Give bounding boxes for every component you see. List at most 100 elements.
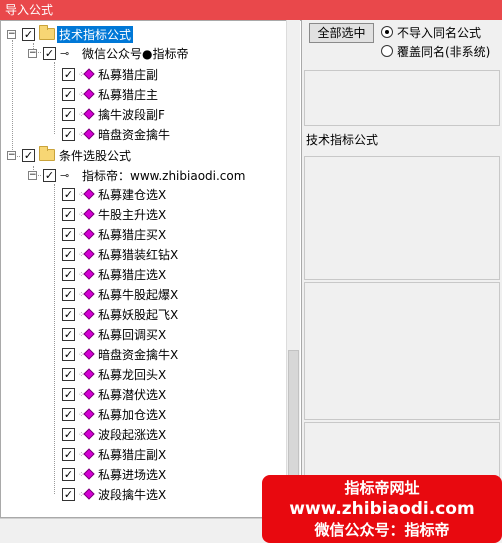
formula-icon: ⁘ <box>78 248 95 260</box>
collapse-toggle[interactable]: − <box>7 150 16 160</box>
key-icon: ⊸ <box>60 46 70 60</box>
formula-item[interactable]: ✓ ⁘ 波段起涨选X <box>62 424 168 444</box>
tree-scrollbar[interactable] <box>286 20 300 518</box>
formula-label: 私募回调买X <box>98 327 167 342</box>
info-title: 技术指标公式 <box>306 133 379 147</box>
formula-label: 私募猎庄主 <box>98 87 159 102</box>
checkbox[interactable]: ✓ <box>22 27 35 41</box>
formula-item[interactable]: ✓ ⁘ 私募猎庄买X <box>62 224 168 244</box>
collapse-toggle[interactable]: − <box>28 48 37 58</box>
checkbox[interactable]: ✓ <box>62 227 75 241</box>
checkbox[interactable]: ✓ <box>62 87 75 101</box>
formula-icon: ⁘ <box>78 228 95 240</box>
formula-item[interactable]: ✓ ⁘ 私募潜伏选X <box>62 384 168 404</box>
formula-label: 私募龙回头X <box>98 367 167 382</box>
formula-label: 私募猎庄选X <box>98 267 167 282</box>
formula-label: 波段起涨选X <box>98 427 167 442</box>
checkbox[interactable]: ✓ <box>62 207 75 221</box>
formula-item[interactable]: ✓ ⁘ 私募妖股起飞X <box>62 304 180 324</box>
formula-label: 私募猎庄副 <box>98 67 159 82</box>
formula-label: 私募妖股起飞X <box>98 307 179 322</box>
tree-node-stock-selection[interactable]: − ✓ 条件选股公式 <box>7 145 133 165</box>
collapse-toggle[interactable]: − <box>7 29 16 39</box>
checkbox[interactable]: ✓ <box>43 168 56 182</box>
formula-icon: ⁘ <box>78 428 95 440</box>
checkbox[interactable]: ✓ <box>62 367 75 381</box>
key-icon: ⊸ <box>60 168 70 182</box>
checkbox[interactable]: ✓ <box>62 387 75 401</box>
formula-item[interactable]: ✓ ⁘ 私募加仓选X <box>62 404 168 424</box>
checkbox[interactable]: ✓ <box>62 247 75 261</box>
radio-unselected-icon[interactable] <box>381 45 393 57</box>
formula-icon: ⁘ <box>78 408 95 420</box>
checkbox[interactable]: ✓ <box>62 287 75 301</box>
checkbox[interactable]: ✓ <box>62 187 75 201</box>
formula-item[interactable]: ✓ ⁘ 暗盘资金擒牛 <box>62 124 172 144</box>
checkbox[interactable]: ✓ <box>62 327 75 341</box>
formula-label: 私募牛股起爆X <box>98 287 179 302</box>
formula-item[interactable]: ✓ ⁘ 私募牛股起爆X <box>62 284 180 304</box>
formula-label: 私募猎庄买X <box>98 227 167 242</box>
info-box-2 <box>304 282 500 420</box>
formula-label: 波段擒牛选X <box>98 487 167 502</box>
radio-selected-icon[interactable] <box>381 26 393 38</box>
radio-skip-duplicates[interactable]: 不导入同名公式 <box>381 23 481 41</box>
formula-icon: ⁘ <box>78 468 95 480</box>
formula-label: 牛股主升选X <box>98 207 167 222</box>
checkbox[interactable]: ✓ <box>22 148 35 162</box>
tree-node-site-sub[interactable]: − ✓ ⊸ 指标帝：www.zhibiaodi.com <box>28 165 247 185</box>
formula-icon: ⁘ <box>78 388 95 400</box>
tree-node-label: 指标帝：www.zhibiaodi.com <box>82 168 246 183</box>
checkbox[interactable]: ✓ <box>62 127 75 141</box>
formula-label: 私募猎装红钻X <box>98 247 179 262</box>
description-box <box>304 70 500 126</box>
formula-icon: ⁘ <box>78 448 95 460</box>
checkbox[interactable]: ✓ <box>62 467 75 481</box>
formula-icon: ⁘ <box>78 308 95 320</box>
formula-item[interactable]: ✓ ⁘ 私募猎庄副X <box>62 444 168 464</box>
formula-label: 私募猎庄副X <box>98 447 167 462</box>
checkbox[interactable]: ✓ <box>62 307 75 321</box>
tree-node-wechat-sub[interactable]: − ✓ ⊸ 微信公众号●指标帝 <box>28 43 190 63</box>
tree-node-tech-indicators[interactable]: − ✓ 技术指标公式 <box>7 24 134 44</box>
tree-node-label: 微信公众号●指标帝 <box>82 46 189 61</box>
formula-icon: ⁘ <box>78 188 95 200</box>
checkbox[interactable]: ✓ <box>62 67 75 81</box>
checkbox[interactable]: ✓ <box>43 46 56 60</box>
formula-item[interactable]: ✓ ⁘ 私募猎庄主 <box>62 84 160 104</box>
formula-item[interactable]: ✓ ⁘ 私募猎庄副 <box>62 64 160 84</box>
checkbox[interactable]: ✓ <box>62 267 75 281</box>
formula-icon: ⁘ <box>78 348 95 360</box>
formula-icon: ⁘ <box>78 268 95 280</box>
formula-item[interactable]: ✓ ⁘ 私募建仓选X <box>62 184 168 204</box>
formula-item[interactable]: ✓ ⁘ 私募回调买X <box>62 324 168 344</box>
checkbox[interactable]: ✓ <box>62 427 75 441</box>
radio-overwrite[interactable]: 覆盖同名(非系统) <box>381 42 490 60</box>
formula-icon: ⁘ <box>78 108 95 120</box>
formula-item[interactable]: ✓ ⁘ 私募进场选X <box>62 464 168 484</box>
promo-line-1: 指标帝网址 <box>344 479 420 497</box>
formula-item[interactable]: ✓ ⁘ 擒牛波段副F <box>62 104 167 124</box>
formula-item[interactable]: ✓ ⁘ 波段擒牛选X <box>62 484 168 504</box>
checkbox[interactable]: ✓ <box>62 447 75 461</box>
promo-banner: 指标帝网址 www.zhibiaodi.com 微信公众号：指标帝 <box>262 475 502 543</box>
formula-label: 私募潜伏选X <box>98 387 167 402</box>
formula-icon: ⁘ <box>78 68 95 80</box>
formula-item[interactable]: ✓ ⁘ 私募猎庄选X <box>62 264 168 284</box>
formula-icon: ⁘ <box>78 488 95 500</box>
formula-item[interactable]: ✓ ⁘ 牛股主升选X <box>62 204 168 224</box>
formula-item[interactable]: ✓ ⁘ 私募龙回头X <box>62 364 168 384</box>
checkbox[interactable]: ✓ <box>62 347 75 361</box>
formula-icon: ⁘ <box>78 288 95 300</box>
formula-item[interactable]: ✓ ⁘ 暗盘资金擒牛X <box>62 344 180 364</box>
formula-icon: ⁘ <box>78 328 95 340</box>
checkbox[interactable]: ✓ <box>62 487 75 501</box>
formula-icon: ⁘ <box>78 368 95 380</box>
checkbox[interactable]: ✓ <box>62 107 75 121</box>
select-all-button[interactable]: 全部选中 <box>309 23 374 43</box>
tree-node-label: 条件选股公式 <box>59 148 132 163</box>
formula-item[interactable]: ✓ ⁘ 私募猎装红钻X <box>62 244 180 264</box>
checkbox[interactable]: ✓ <box>62 407 75 421</box>
collapse-toggle[interactable]: − <box>28 170 37 180</box>
formula-label: 暗盘资金擒牛X <box>98 347 179 362</box>
